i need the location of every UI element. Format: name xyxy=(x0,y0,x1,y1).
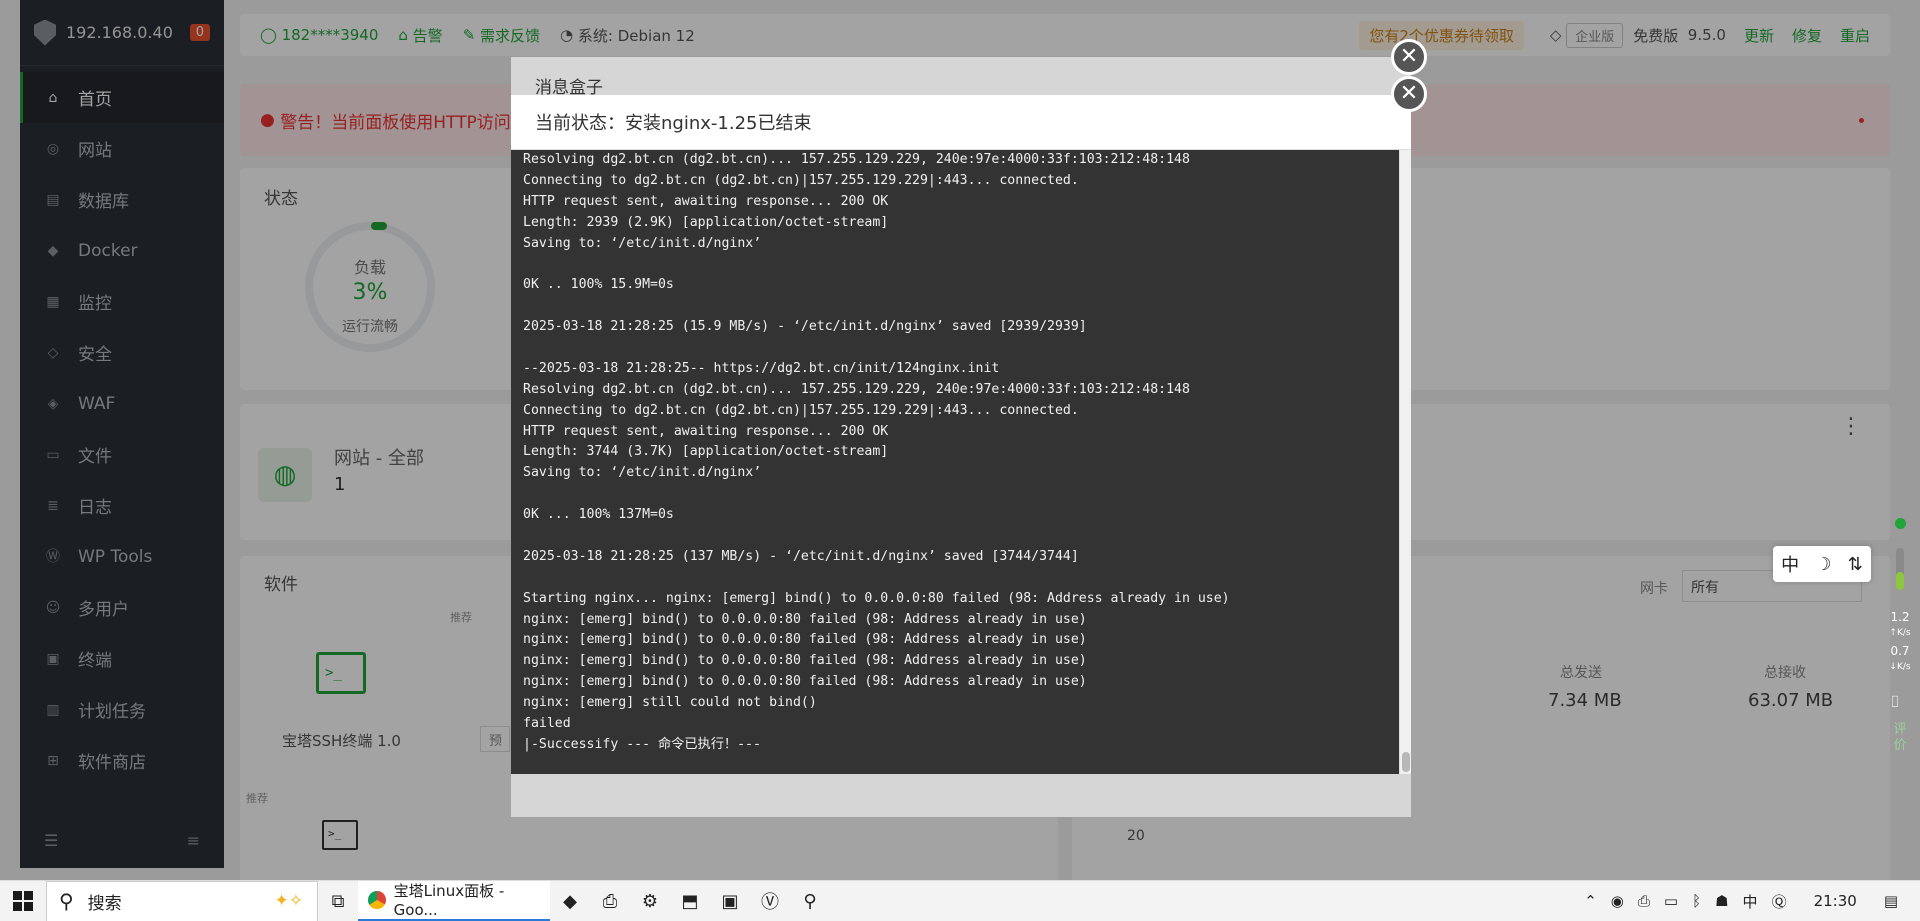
log-line: failed xyxy=(523,716,571,732)
log-line: Connecting to dg2.bt.cn (dg2.bt.cn)|157.… xyxy=(523,402,1079,418)
download-speed-value: 0.7 xyxy=(1890,644,1910,658)
log-line: 0K .. 100% 15.9M=0s xyxy=(523,277,674,293)
tray-printer-icon[interactable]: ⎙ xyxy=(1638,892,1650,910)
app-search-icon[interactable]: ⚲ xyxy=(790,881,830,921)
log-line: 0K ... 100% 137M=0s xyxy=(523,507,674,523)
review-button[interactable]: 评价 xyxy=(1892,722,1908,754)
tray-ime-char[interactable]: 中 xyxy=(1743,891,1758,912)
taskbar-chrome-window[interactable]: 宝塔Linux面板 - Goo... xyxy=(358,880,550,921)
log-line: 2025-03-18 21:28:25 (15.9 MB/s) - ‘/etc/… xyxy=(523,319,1087,335)
log-line: nginx: [emerg] bind() to 0.0.0.0:80 fail… xyxy=(523,653,1087,669)
app-printer-icon[interactable]: ⎙ xyxy=(590,881,630,921)
app-v-icon[interactable]: Ⓥ xyxy=(750,881,790,921)
upload-speed-value: 1.2 xyxy=(1890,610,1910,624)
bt-panel-page: 192.168.0.40 0 ⌂ 首页 ◎ 网站 ▤ 数据库 ◆ Docker ▦ 监控 … xyxy=(0,0,1920,880)
log-scrollbar-thumb[interactable] xyxy=(1402,752,1410,772)
install-status-dialog: 当前状态：安装nginx-1.25已结束 Resolving dg2.bt.cn… xyxy=(511,95,1411,811)
sparkle-icon: ✦✧ xyxy=(274,891,304,911)
status-dot-icon xyxy=(1895,518,1906,529)
message-box-close-icon[interactable]: ✕ xyxy=(1391,39,1427,75)
upload-arrow-icon: ↑ xyxy=(1889,628,1897,638)
notification-icon[interactable]: ▤ xyxy=(1884,892,1898,910)
tray-battery-icon[interactable]: ▭ xyxy=(1664,892,1678,910)
download-speed: 0.7 ↓K/s xyxy=(1880,644,1920,672)
app-blue-icon[interactable]: ◆ xyxy=(550,881,590,921)
ime-moon-icon[interactable]: ☽ xyxy=(1815,554,1831,575)
tray-security-icon[interactable]: ◉ xyxy=(1611,892,1624,910)
log-line: Starting nginx... nginx: [emerg] bind() … xyxy=(523,590,1230,606)
desktop: 192.168.0.40 0 ⌂ 首页 ◎ 网站 ▤ 数据库 ◆ Docker ▦ 监控 … xyxy=(0,0,1920,880)
windows-taskbar: ⚲ 搜索 ✦✧ ⧉ 宝塔Linux面板 - Goo... ◆ ⎙ ⚙ ⬒ ▣ Ⓥ… xyxy=(0,880,1920,921)
upload-unit: K/s xyxy=(1896,628,1911,638)
log-line: HTTP request sent, awaiting response... … xyxy=(523,423,889,439)
tray-q-icon[interactable]: Ⓠ xyxy=(1772,891,1787,912)
upload-speed: 1.2 ↑K/s xyxy=(1880,610,1920,638)
download-arrow-icon: ↓ xyxy=(1889,662,1897,672)
install-dialog-close-icon[interactable]: ✕ xyxy=(1391,76,1427,112)
tray-app-icon[interactable]: ☗ xyxy=(1715,892,1728,910)
ime-floating-toolbar[interactable]: 中 ☽ ⇅ xyxy=(1773,546,1871,582)
app-remote-icon[interactable]: ▣ xyxy=(710,881,750,921)
log-line: |-Successify --- 命令已执行！--- xyxy=(523,736,761,752)
log-line: HTTP request sent, awaiting response... … xyxy=(523,193,889,209)
log-line: nginx: [emerg] still could not bind() xyxy=(523,695,817,711)
log-line: Resolving dg2.bt.cn (dg2.bt.cn)... 157.2… xyxy=(523,381,1190,397)
log-line: 2025-03-18 21:28:25 (137 MB/s) - ‘/etc/i… xyxy=(523,548,1079,564)
log-line: nginx: [emerg] bind() to 0.0.0.0:80 fail… xyxy=(523,632,1087,648)
download-unit: K/s xyxy=(1896,662,1911,672)
log-scrollbar[interactable] xyxy=(1399,150,1411,774)
ime-switch-icon[interactable]: ⇅ xyxy=(1848,554,1863,575)
log-line: Saving to: ‘/etc/init.d/nginx’ xyxy=(523,235,762,251)
log-line: Length: 2939 (2.9K) [application/octet-s… xyxy=(523,214,889,230)
search-icon: ⚲ xyxy=(59,889,74,913)
mem-bar-fill xyxy=(1896,572,1904,590)
camera-icon[interactable]: ⌷ xyxy=(1890,692,1900,712)
log-line: --2025-03-18 21:28:25-- https://dg2.bt.c… xyxy=(523,360,1000,376)
log-line: Saving to: ‘/etc/init.d/nginx’ xyxy=(523,465,762,481)
tray-bluetooth-icon[interactable]: ᛒ xyxy=(1692,892,1701,910)
task-view-icon[interactable]: ⧉ xyxy=(318,881,358,921)
clock-time[interactable]: 21:30 xyxy=(1814,892,1857,910)
mem-bar xyxy=(1896,548,1904,590)
speed-widget: 1.2 ↑K/s 0.7 ↓K/s ⌷ 评价 xyxy=(1880,500,1920,780)
log-line: nginx: [emerg] bind() to 0.0.0.0:80 fail… xyxy=(523,611,1087,627)
windows-logo-icon xyxy=(13,891,33,911)
taskbar-search-label: 搜索 xyxy=(87,893,122,914)
app-vscode-icon[interactable]: ⬒ xyxy=(670,881,710,921)
start-button[interactable] xyxy=(0,881,46,921)
taskbar-search-box[interactable]: ⚲ 搜索 ✦✧ xyxy=(46,880,318,921)
ime-mode-char[interactable]: 中 xyxy=(1781,551,1799,577)
log-line: Connecting to dg2.bt.cn (dg2.bt.cn)|157.… xyxy=(523,172,1079,188)
log-line: Resolving dg2.bt.cn (dg2.bt.cn)... 157.2… xyxy=(523,152,1190,167)
tray-chevron-up-icon[interactable]: ⌃ xyxy=(1584,892,1597,910)
chrome-icon xyxy=(368,890,386,909)
dialog-footer xyxy=(511,774,1411,811)
app-network-icon[interactable]: ⚙ xyxy=(630,881,670,921)
system-tray: ⌃ ◉ ⎙ ▭ ᛒ ☗ 中 Ⓠ 21:30 ▤ xyxy=(1577,881,1920,921)
install-log-terminal[interactable]: Resolving dg2.bt.cn (dg2.bt.cn)... 157.2… xyxy=(511,150,1411,774)
install-status-header: 当前状态：安装nginx-1.25已结束 xyxy=(511,95,1411,150)
taskbar-window-title: 宝塔Linux面板 - Goo... xyxy=(393,882,505,919)
log-line: nginx: [emerg] bind() to 0.0.0.0:80 fail… xyxy=(523,674,1087,690)
log-line: Length: 3744 (3.7K) [application/octet-s… xyxy=(523,444,889,460)
